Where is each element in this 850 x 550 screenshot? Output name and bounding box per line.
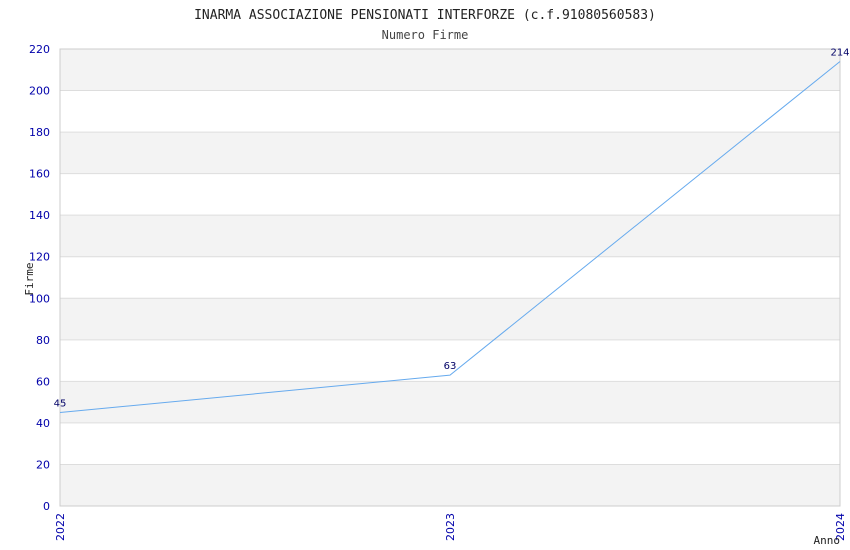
y-tick-label: 220	[29, 43, 50, 56]
background-band	[60, 49, 840, 91]
y-tick-label: 20	[36, 458, 50, 471]
y-tick-label: 140	[29, 209, 50, 222]
background-band	[60, 215, 840, 257]
y-tick-label: 60	[36, 375, 50, 388]
background-band	[60, 298, 840, 340]
x-axis-ticks: 2022 2023 2024	[54, 513, 847, 541]
data-label: 214	[830, 47, 849, 58]
x-tick-label: 2022	[54, 513, 67, 541]
y-tick-label: 120	[29, 251, 50, 264]
background-band	[60, 132, 840, 174]
chart-subtitle: Numero Firme	[382, 28, 469, 42]
x-tick-label: 2023	[444, 513, 457, 541]
y-tick-label: 0	[43, 500, 50, 513]
background-band	[60, 464, 840, 506]
y-tick-label: 80	[36, 334, 50, 347]
y-axis-label: Firme	[23, 262, 36, 295]
y-tick-label: 160	[29, 168, 50, 181]
background-bands	[60, 49, 840, 506]
y-tick-label: 180	[29, 126, 50, 139]
plot-frame	[59, 48, 841, 507]
gridlines	[60, 48, 840, 507]
y-tick-label: 200	[29, 85, 50, 98]
line-chart: INARMA ASSOCIAZIONE PENSIONATI INTERFORZ…	[23, 8, 850, 547]
data-label: 63	[444, 361, 457, 372]
data-label: 45	[54, 399, 67, 410]
background-band	[60, 381, 840, 423]
chart-title: INARMA ASSOCIAZIONE PENSIONATI INTERFORZ…	[194, 8, 656, 23]
x-axis-label: Anno	[814, 534, 841, 547]
y-tick-label: 40	[36, 417, 50, 430]
